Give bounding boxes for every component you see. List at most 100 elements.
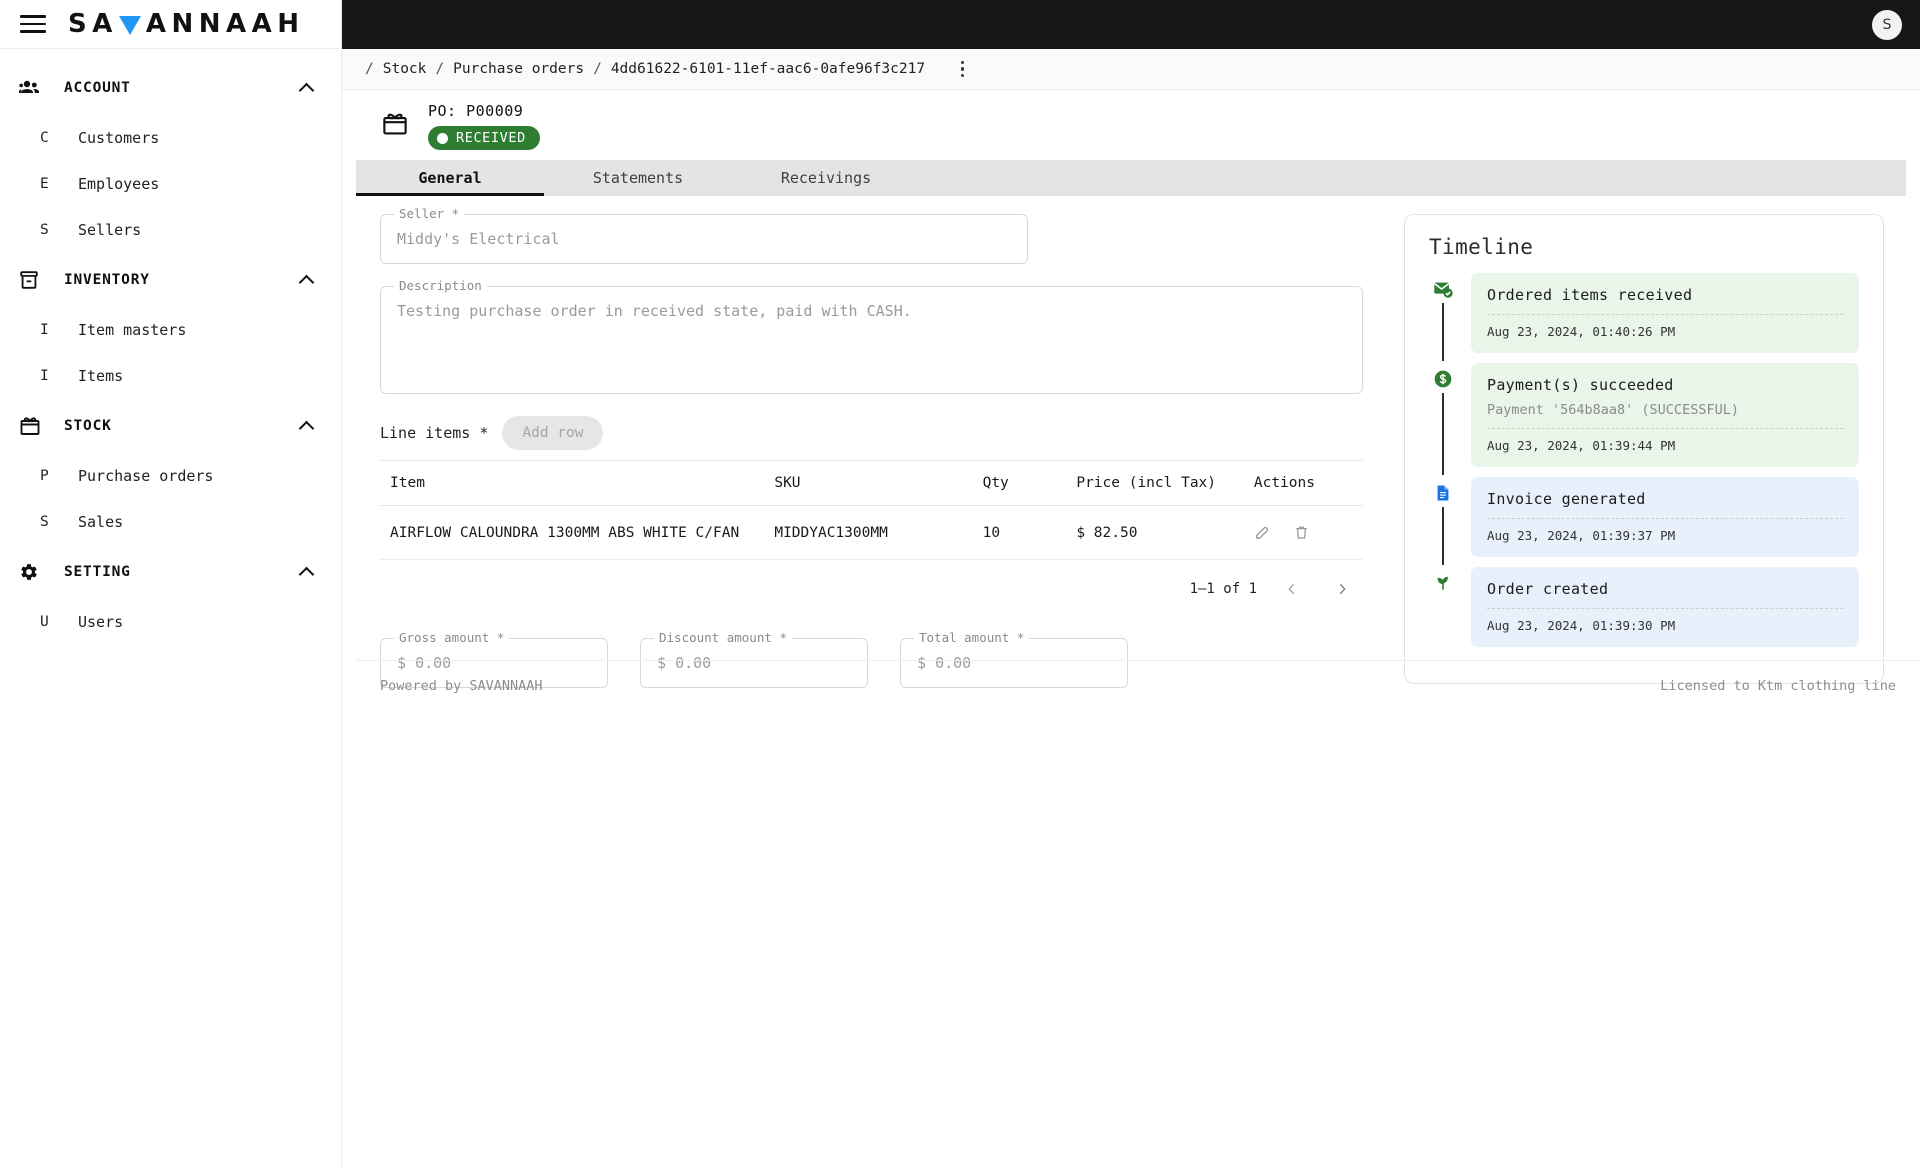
sidebar-item-label: Users	[78, 613, 124, 631]
triangle-logo-mark	[118, 15, 141, 35]
divider	[1487, 428, 1843, 429]
sidebar-item-sales[interactable]: S Sales	[0, 499, 341, 545]
timeline-connector	[1442, 507, 1444, 565]
chevron-up-icon[interactable]	[299, 272, 315, 288]
sidebar-item-label: Item masters	[78, 321, 187, 339]
sidebar-item-label: Sales	[78, 513, 124, 531]
timeline-entry-card: Ordered items received Aug 23, 2024, 01:…	[1471, 273, 1859, 353]
sidebar-item-label: Items	[78, 367, 124, 385]
chevron-up-icon[interactable]	[299, 418, 315, 434]
chevron-up-icon[interactable]	[299, 80, 315, 96]
page-title: PO: P00009	[428, 102, 524, 120]
row-actions	[1254, 524, 1363, 541]
divider	[1487, 518, 1843, 519]
gross-amount-label: Gross amount *	[394, 630, 510, 645]
item-initial: I	[40, 368, 49, 384]
sidebar-item-customers[interactable]: C Customers	[0, 115, 341, 161]
timeline-entry: Order created Aug 23, 2024, 01:39:30 PM	[1429, 567, 1859, 657]
column-header-actions: Actions	[1253, 460, 1363, 506]
sidebar-item-purchase-orders[interactable]: P Purchase orders	[0, 453, 341, 499]
item-initial: S	[40, 514, 49, 530]
sidebar-group-label: ACCOUNT	[64, 80, 131, 96]
tab-statements[interactable]: Statements	[544, 160, 732, 196]
sidebar-item-employees[interactable]: E Employees	[0, 161, 341, 207]
delete-icon[interactable]	[1293, 524, 1310, 541]
sidebar-group-stock[interactable]: STOCK	[0, 399, 341, 453]
total-amount-label: Total amount *	[914, 630, 1030, 645]
order-meta: PO: P00009 RECEIVED	[428, 102, 540, 150]
sidebar-item-item-masters[interactable]: I Item masters	[0, 307, 341, 353]
logo-text-left: SA	[68, 9, 118, 39]
sidebar-group-label: SETTING	[64, 564, 131, 580]
item-initial: I	[40, 322, 49, 338]
description-input[interactable]: Testing purchase order in received state…	[380, 286, 1363, 394]
breadcrumb-separator: /	[365, 61, 374, 77]
gift-box-icon	[18, 414, 64, 438]
seller-field-label: Seller *	[394, 206, 465, 221]
people-icon	[18, 76, 64, 100]
sidebar-item-label: Purchase orders	[78, 467, 214, 485]
sidebar-item-label: Employees	[78, 175, 160, 193]
cell-sku: MIDDYAC1300MM	[774, 505, 983, 560]
gear-icon	[18, 561, 64, 583]
item-initial: U	[40, 614, 49, 630]
item-initial: P	[40, 468, 49, 484]
table-head: Item SKU Qty Price (incl Tax) Actions	[380, 460, 1363, 506]
timeline-entry-date: Aug 23, 2024, 01:39:30 PM	[1487, 618, 1676, 633]
status-badge-label: RECEIVED	[456, 130, 526, 146]
line-items-label: Line items *	[380, 424, 489, 442]
seller-field: Seller * Middy's Electrical	[380, 206, 1028, 264]
edit-icon[interactable]	[1254, 524, 1271, 541]
sidebar-item-sellers[interactable]: S Sellers	[0, 207, 341, 253]
breadcrumb-item-stock[interactable]: Stock	[383, 61, 427, 77]
breadcrumb-item-order-id: 4dd61622-6101-11ef-aac6-0afe96f3c217	[610, 61, 926, 77]
line-items-table: Item SKU Qty Price (incl Tax) Actions AI…	[380, 460, 1363, 560]
chevron-up-icon[interactable]	[299, 564, 315, 580]
page-content: PO: P00009 RECEIVED General Statements R…	[342, 90, 1920, 694]
column-header-price: Price (incl Tax)	[1076, 460, 1254, 506]
order-header: PO: P00009 RECEIVED	[356, 90, 1906, 160]
cell-qty: 10	[982, 505, 1077, 560]
sidebar-group-label: STOCK	[64, 418, 112, 434]
line-items-header: Line items * Add row	[380, 416, 1396, 450]
kebab-menu-icon[interactable]	[951, 58, 973, 80]
page-footer: Powered by SAVANNAAH Licensed to Ktm clo…	[356, 660, 1920, 702]
seller-input[interactable]: Middy's Electrical	[380, 214, 1028, 264]
sidebar-nav: ACCOUNT C Customers E Employees S Seller…	[0, 49, 341, 645]
description-field-label: Description	[394, 278, 487, 293]
column-header-sku: SKU	[774, 460, 983, 506]
avatar[interactable]: S	[1872, 9, 1902, 40]
timeline-entry: Payment(s) succeeded Payment '564b8aa8' …	[1429, 363, 1859, 477]
tab-receivings[interactable]: Receivings	[732, 160, 920, 196]
chevron-left-icon[interactable]	[1277, 574, 1307, 604]
table-paginator: 1–1 of 1	[380, 560, 1363, 604]
table-header-row: Item SKU Qty Price (incl Tax) Actions	[380, 460, 1363, 506]
menu-toggle-icon[interactable]	[20, 14, 46, 34]
top-bar: S	[342, 0, 1920, 49]
status-badge: RECEIVED	[428, 126, 540, 150]
description-field: Description Testing purchase order in re…	[380, 278, 1363, 394]
chevron-right-icon[interactable]	[1327, 574, 1357, 604]
timeline-entry-date: Aug 23, 2024, 01:39:37 PM	[1487, 528, 1676, 543]
timeline-entry-date: Aug 23, 2024, 01:40:26 PM	[1487, 324, 1676, 339]
timeline-column: Timeline Ordered items received Aug 23, …	[1396, 214, 1906, 688]
sidebar-item-items[interactable]: I Items	[0, 353, 341, 399]
sidebar-group-setting[interactable]: SETTING	[0, 545, 341, 599]
breadcrumb-item-purchase-orders[interactable]: Purchase orders	[453, 61, 584, 77]
timeline-entry-title: Payment(s) succeeded	[1487, 376, 1674, 394]
inventory-box-icon	[18, 269, 64, 291]
brand-bar: SA ANNAAH	[0, 0, 341, 49]
sidebar-group-inventory[interactable]: INVENTORY	[0, 253, 341, 307]
add-row-button[interactable]: Add row	[502, 416, 604, 450]
timeline-connector	[1442, 303, 1444, 361]
invoice-document-icon	[1431, 481, 1455, 505]
timeline-entry: Invoice generated Aug 23, 2024, 01:39:37…	[1429, 477, 1859, 567]
timeline-title: Timeline	[1429, 235, 1534, 259]
tab-general[interactable]: General	[356, 160, 544, 196]
pagination-range: 1–1 of 1	[1189, 581, 1257, 597]
sidebar-group-account[interactable]: ACCOUNT	[0, 61, 341, 115]
app-root: SA ANNAAH ACCOUNT C Customers E Employee…	[0, 0, 1920, 1167]
sidebar-item-users[interactable]: U Users	[0, 599, 341, 645]
breadcrumb: / Stock / Purchase orders / 4dd61622-610…	[342, 49, 1920, 90]
divider	[1487, 608, 1843, 609]
